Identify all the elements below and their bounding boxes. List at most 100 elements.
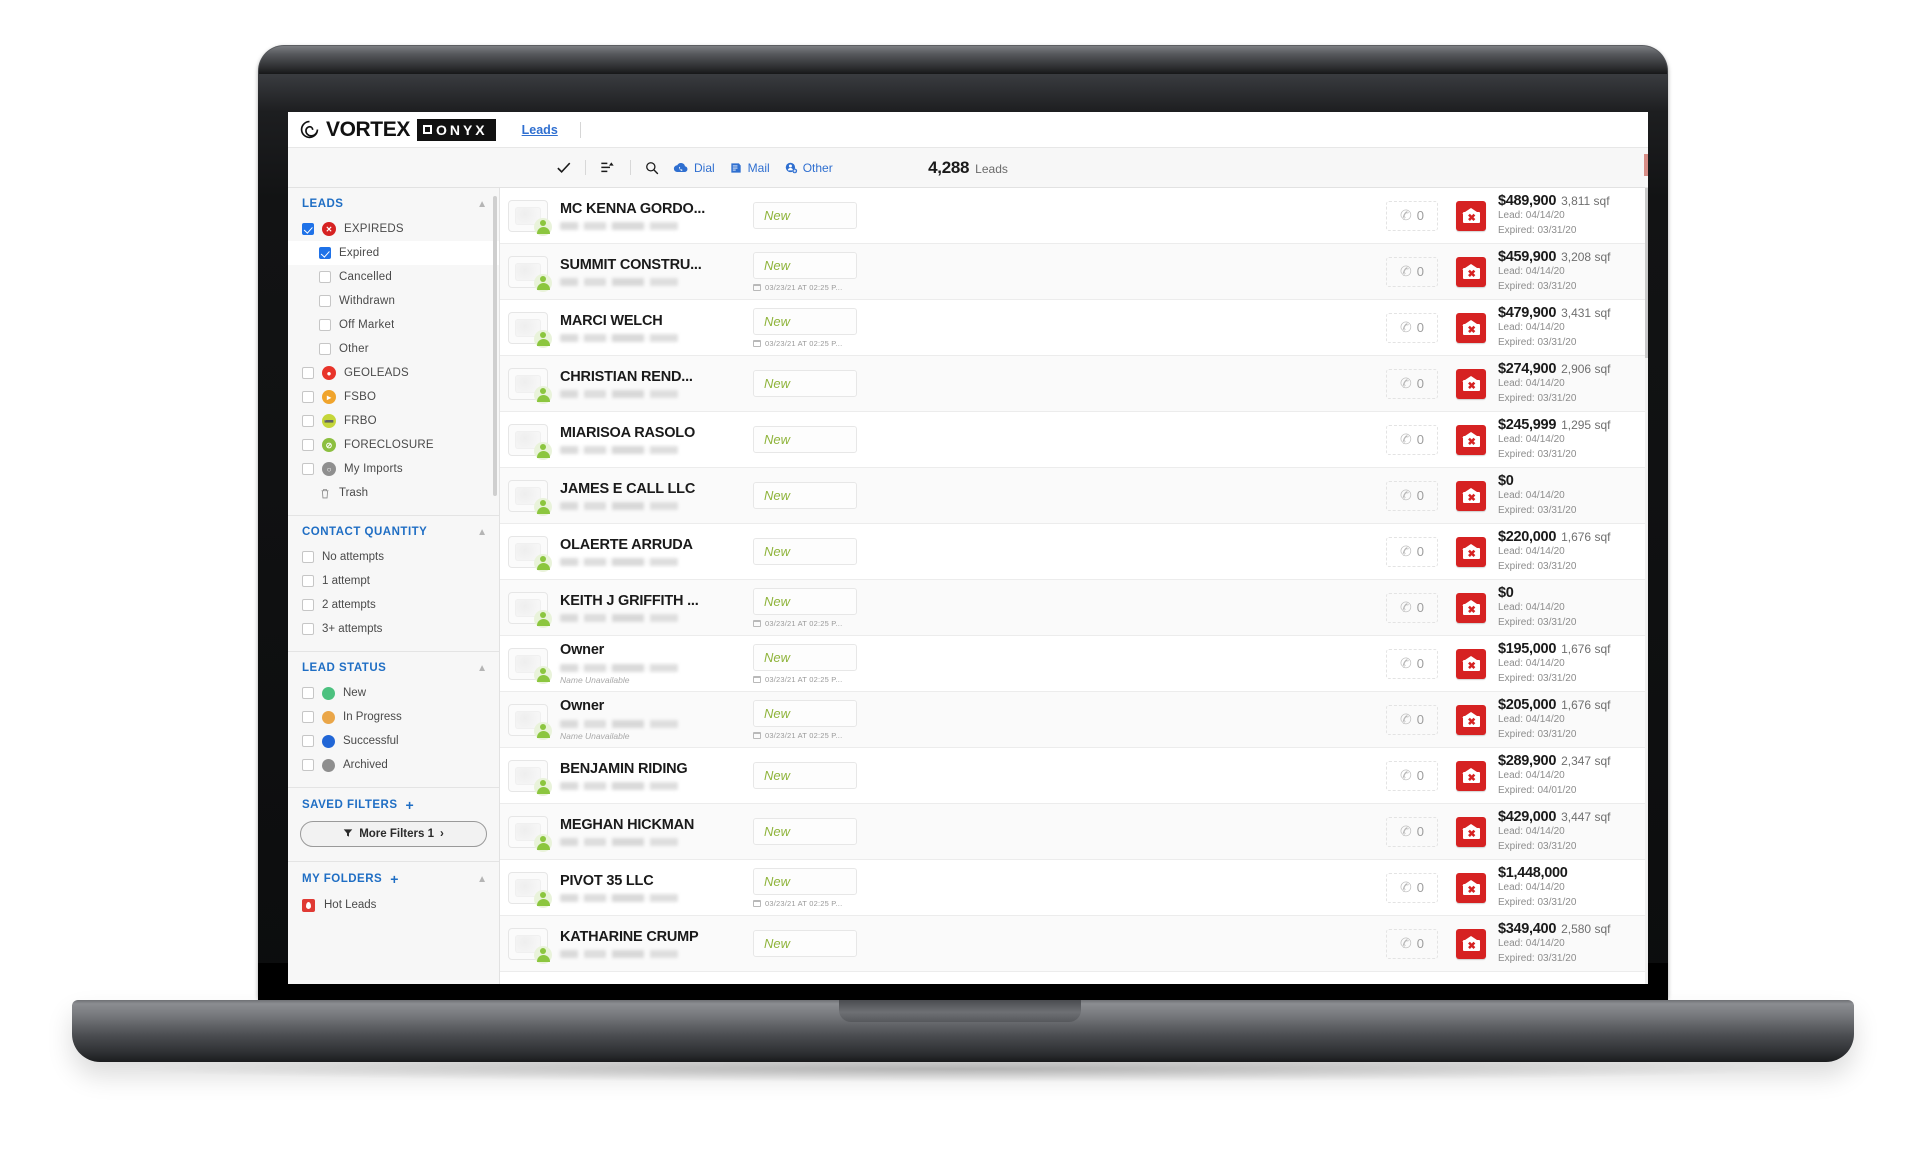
sidebar-item-cancelled[interactable]: Cancelled — [288, 265, 499, 289]
lead-status-input[interactable]: New — [753, 202, 857, 229]
lead-status-input[interactable]: New — [753, 930, 857, 957]
table-row[interactable]: Owner Name Unavailable New 03/23/21 AT 02:2… — [500, 636, 1648, 692]
nav-link-leads[interactable]: Leads — [522, 123, 558, 137]
lead-status-input[interactable]: New — [753, 426, 857, 453]
sidebar-item-withdrawn[interactable]: Withdrawn — [288, 289, 499, 313]
filter-sort-icon[interactable] — [600, 161, 616, 175]
select-all-checkmark-icon[interactable] — [556, 160, 571, 175]
sidebar-item-successful[interactable]: Successful — [288, 729, 499, 753]
chevron-up-icon[interactable]: ▲ — [477, 874, 487, 885]
table-row[interactable]: MEGHAN HICKMAN New ✆ 0 ✖ $429,000 3,447 sqf Lea… — [500, 804, 1648, 860]
search-icon[interactable] — [645, 161, 659, 175]
lead-status-input[interactable]: New — [753, 482, 857, 509]
list-scrollbar[interactable] — [1645, 188, 1648, 984]
sidebar-item-trash[interactable]: Trash — [288, 481, 499, 505]
dial-button[interactable]: Dial — [673, 161, 715, 175]
mail-button[interactable]: Mail — [729, 161, 770, 175]
lead-status-input[interactable]: New — [753, 307, 857, 335]
sidebar-item-1-attempt[interactable]: 1 attempt — [288, 569, 499, 593]
sidebar-section-header[interactable]: CONTACT QUANTITY ▲ — [288, 526, 499, 545]
call-attempts-cell[interactable]: ✆ 0 — [1386, 816, 1438, 847]
checkbox[interactable] — [319, 295, 331, 307]
checkbox[interactable] — [302, 439, 314, 451]
add-saved-filter-button[interactable]: + — [406, 798, 414, 812]
chevron-up-icon[interactable]: ▲ — [477, 527, 487, 538]
checkbox[interactable] — [302, 463, 314, 475]
checkbox[interactable] — [302, 735, 314, 747]
sidebar-item-other[interactable]: Other — [288, 337, 499, 361]
sidebar-item-new[interactable]: New — [288, 681, 499, 705]
chevron-up-icon[interactable]: ▲ — [477, 199, 487, 210]
table-row[interactable]: JAMES E CALL LLC New ✆ 0 ✖ $0 Lead: 04/14/20 Ex… — [500, 468, 1648, 524]
table-row[interactable]: MARCI WELCH New 03/23/21 AT 02:25 P... ✆ 0 ✖ $… — [500, 300, 1648, 356]
checkbox[interactable] — [302, 687, 314, 699]
checkbox[interactable] — [319, 271, 331, 283]
table-row[interactable]: KEITH J GRIFFITH ... New 03/23/21 AT 02:25… — [500, 580, 1648, 636]
lead-status-input[interactable]: New — [753, 818, 857, 845]
lead-status-input[interactable]: New — [753, 370, 857, 397]
table-row[interactable]: MC KENNA GORDO... New ✆ 0 ✖ $489,900 3,811 sqf… — [500, 188, 1648, 244]
add-folder-button[interactable]: + — [390, 872, 398, 886]
call-attempts-cell[interactable]: ✆ 0 — [1386, 368, 1438, 399]
sidebar-item-archived[interactable]: Archived — [288, 753, 499, 777]
sidebar-section-header[interactable]: LEAD STATUS ▲ — [288, 662, 499, 681]
table-row[interactable]: Owner Name Unavailable New 03/23/21 AT 02:2… — [500, 692, 1648, 748]
checkbox[interactable] — [302, 391, 314, 403]
lead-status-input[interactable]: New — [753, 867, 857, 895]
table-row[interactable]: KATHARINE CRUMP New ✆ 0 ✖ $349,400 2,580 sqf Le… — [500, 916, 1648, 972]
brand-logo[interactable]: VORTEX ONYX — [300, 118, 496, 142]
lead-status-input[interactable]: New — [753, 538, 857, 565]
sidebar-item-expireds[interactable]: ✕ EXPIREDS — [288, 217, 499, 241]
call-attempts-cell[interactable]: ✆ 0 — [1386, 424, 1438, 455]
call-attempts-cell[interactable]: ✆ 0 — [1386, 536, 1438, 567]
table-row[interactable]: SUMMIT CONSTRU... New 03/23/21 AT 02:25 P.… — [500, 244, 1648, 300]
call-attempts-cell[interactable]: ✆ 0 — [1386, 704, 1438, 735]
call-attempts-cell[interactable]: ✆ 0 — [1386, 760, 1438, 791]
sidebar-item-no-attempts[interactable]: No attempts — [288, 545, 499, 569]
table-row[interactable]: PIVOT 35 LLC New 03/23/21 AT 02:25 P... ✆ 0 ✖… — [500, 860, 1648, 916]
table-row[interactable]: CHRISTIAN REND... New ✆ 0 ✖ $274,900 2,906 sqf… — [500, 356, 1648, 412]
checkbox[interactable] — [302, 759, 314, 771]
lead-status-input[interactable]: New — [753, 587, 857, 615]
checkbox[interactable] — [302, 551, 314, 563]
checkbox[interactable] — [302, 575, 314, 587]
table-row[interactable]: MIARISOA RASOLO New ✆ 0 ✖ $245,999 1,295 sqf Le… — [500, 412, 1648, 468]
sidebar-item-foreclosure[interactable]: ⊘ FORECLOSURE — [288, 433, 499, 457]
call-attempts-cell[interactable]: ✆ 0 — [1386, 928, 1438, 959]
sidebar-item-in-progress[interactable]: In Progress — [288, 705, 499, 729]
call-attempts-cell[interactable]: ✆ 0 — [1386, 200, 1438, 231]
sidebar-item-2-attempts[interactable]: 2 attempts — [288, 593, 499, 617]
table-row[interactable]: OLAERTE ARRUDA New ✆ 0 ✖ $220,000 1,676 sqf Lea… — [500, 524, 1648, 580]
checkbox[interactable] — [319, 343, 331, 355]
lead-status-input[interactable]: New — [753, 699, 857, 727]
call-attempts-cell[interactable]: ✆ 0 — [1386, 872, 1438, 903]
sidebar-item-fsbo[interactable]: ▸ FSBO — [288, 385, 499, 409]
call-attempts-cell[interactable]: ✆ 0 — [1386, 312, 1438, 343]
sidebar-item-frbo[interactable]: ➖ FRBO — [288, 409, 499, 433]
sidebar-item-geoleads[interactable]: ● GEOLEADS — [288, 361, 499, 385]
checkbox[interactable] — [302, 223, 314, 235]
sidebar-item-off-market[interactable]: Off Market — [288, 313, 499, 337]
checkbox[interactable] — [319, 247, 331, 259]
sidebar-scrollbar[interactable] — [493, 196, 497, 496]
checkbox[interactable] — [302, 711, 314, 723]
call-attempts-cell[interactable]: ✆ 0 — [1386, 480, 1438, 511]
lead-status-input[interactable]: New — [753, 762, 857, 789]
checkbox[interactable] — [302, 367, 314, 379]
call-attempts-cell[interactable]: ✆ 0 — [1386, 648, 1438, 679]
sidebar-item-expired[interactable]: Expired — [288, 241, 499, 265]
checkbox[interactable] — [302, 599, 314, 611]
more-filters-button[interactable]: More Filters 1 › — [300, 821, 487, 847]
sidebar-item-3-attempts[interactable]: 3+ attempts — [288, 617, 499, 641]
sidebar-item-my-imports[interactable]: ○ My Imports — [288, 457, 499, 481]
call-attempts-cell[interactable]: ✆ 0 — [1386, 256, 1438, 287]
call-attempts-cell[interactable]: ✆ 0 — [1386, 592, 1438, 623]
chevron-up-icon[interactable]: ▲ — [477, 663, 487, 674]
checkbox[interactable] — [302, 415, 314, 427]
lead-status-input[interactable]: New — [753, 251, 857, 279]
lead-status-input[interactable]: New — [753, 643, 857, 671]
sidebar-section-header[interactable]: LEADS ▲ — [288, 198, 499, 217]
checkbox[interactable] — [302, 623, 314, 635]
table-row[interactable]: BENJAMIN RIDING New ✆ 0 ✖ $289,900 2,347 sqf Le… — [500, 748, 1648, 804]
checkbox[interactable] — [319, 319, 331, 331]
